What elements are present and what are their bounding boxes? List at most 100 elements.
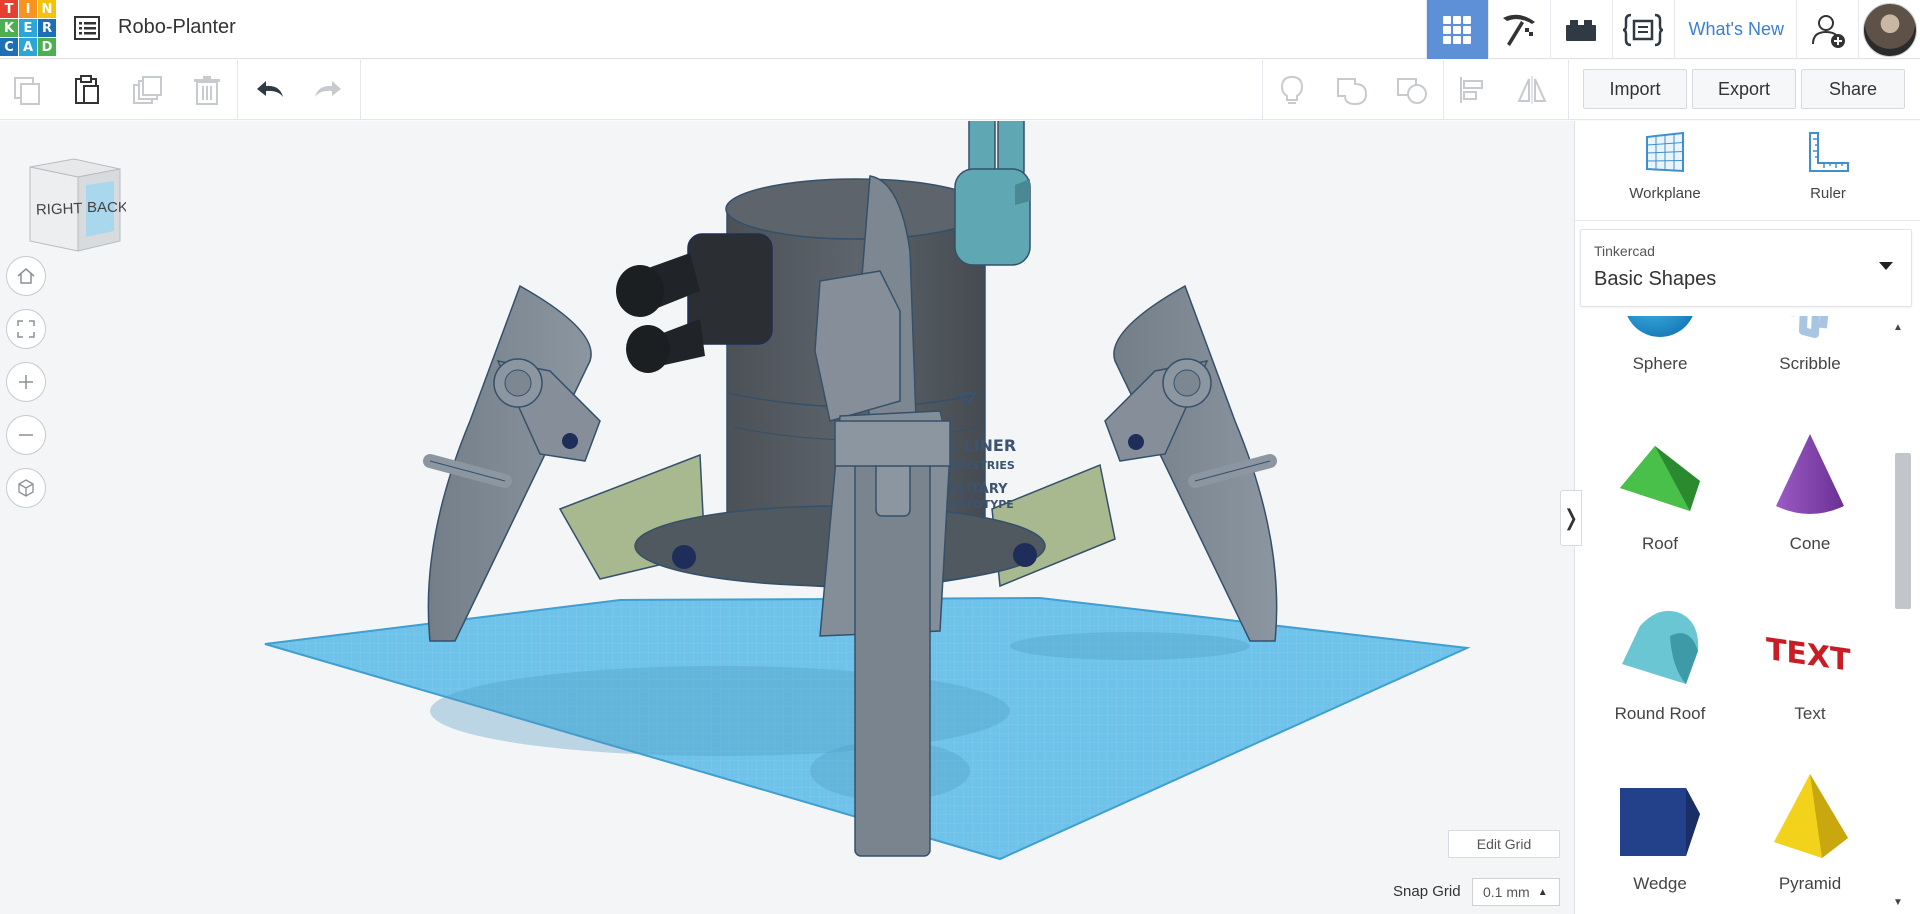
pyramid-icon xyxy=(1774,774,1848,858)
view-cube-back-label: BACK xyxy=(87,199,126,216)
brick-icon xyxy=(1566,19,1597,41)
minecraft-view-button[interactable] xyxy=(1487,0,1550,59)
shape-label: Cone xyxy=(1789,534,1831,553)
perspective-toggle-button[interactable] xyxy=(6,468,46,508)
edit-grid-button[interactable]: Edit Grid xyxy=(1448,830,1560,858)
add-user-icon xyxy=(1811,14,1845,48)
copy-button[interactable] xyxy=(5,68,49,112)
import-button[interactable]: Import xyxy=(1583,69,1687,109)
3d-design-view-button[interactable] xyxy=(1425,0,1488,59)
undo-icon xyxy=(257,81,283,97)
toolbar-separator xyxy=(1443,60,1444,120)
design-list-button[interactable] xyxy=(72,14,102,42)
snap-grid-label: Snap Grid xyxy=(1393,883,1461,900)
workplane-button[interactable]: Workplane xyxy=(1590,131,1740,216)
shape-label: Wedge xyxy=(1633,874,1687,893)
round-roof-icon xyxy=(1622,610,1699,684)
view-cube[interactable]: RIGHT BACK xyxy=(26,157,128,253)
undo-button[interactable] xyxy=(248,68,292,112)
scribble-icon xyxy=(1790,316,1829,338)
shape-cone[interactable]: Cone xyxy=(1735,426,1885,576)
add-user-button[interactable] xyxy=(1796,0,1858,59)
dropdown-arrow-icon xyxy=(1879,262,1893,270)
fit-view-button[interactable] xyxy=(6,309,46,349)
logo-letter: E xyxy=(19,19,37,37)
top-bar: T I N K E R C A D Robo-Planter What's Ne… xyxy=(0,0,1920,59)
fit-icon xyxy=(17,320,35,338)
zoom-out-button[interactable] xyxy=(6,415,46,455)
tinkercad-logo[interactable]: T I N K E R C A D xyxy=(0,0,56,56)
mirror-button[interactable] xyxy=(1510,68,1554,112)
bricks-view-button[interactable] xyxy=(1549,0,1612,59)
delete-button[interactable] xyxy=(185,68,229,112)
scrollbar-thumb[interactable] xyxy=(1895,453,1911,609)
workplane-icon xyxy=(1646,131,1684,173)
share-button[interactable]: Share xyxy=(1801,69,1905,109)
logo-letter: R xyxy=(38,19,56,37)
duplicate-icon xyxy=(133,76,162,104)
user-avatar[interactable] xyxy=(1858,0,1920,59)
group-button[interactable] xyxy=(1330,68,1374,112)
shape-label: Sphere xyxy=(1632,354,1688,373)
library-provider: Tinkercad xyxy=(1594,243,1655,259)
cone-icon xyxy=(1776,434,1844,514)
cube-perspective-icon xyxy=(18,479,34,497)
codeblocks-icon xyxy=(1622,13,1664,46)
shape-round-roof[interactable]: Round Roof xyxy=(1585,596,1735,746)
snap-grid-select[interactable]: 0.1 mm ▲ xyxy=(1472,878,1560,906)
shape-library-select[interactable]: Tinkercad Basic Shapes xyxy=(1580,229,1912,307)
grid-icon xyxy=(1443,15,1472,44)
shape-wedge[interactable]: Wedge xyxy=(1585,766,1735,914)
toggle-notes-button[interactable] xyxy=(1270,68,1314,112)
logo-letter: D xyxy=(38,38,56,56)
caret-up-icon: ▲ xyxy=(1537,886,1548,898)
text-shape-icon: TEXT xyxy=(1766,632,1851,679)
scene-canvas[interactable]: C. LINER INDUSTRIES MILITARY PROTOTYPE xyxy=(0,121,1574,914)
paste-button[interactable] xyxy=(65,68,109,112)
codeblocks-view-button[interactable] xyxy=(1611,0,1674,59)
shape-pyramid[interactable]: Pyramid xyxy=(1735,766,1885,914)
zoom-in-button[interactable] xyxy=(6,362,46,402)
view-cube-graphic: RIGHT BACK xyxy=(29,158,128,252)
shape-text[interactable]: TEXT Text xyxy=(1735,596,1885,746)
whats-new-link[interactable]: What's New xyxy=(1673,0,1796,59)
shape-scribble[interactable]: Scribble xyxy=(1735,316,1885,406)
chevron-right-icon: ❭ xyxy=(1561,505,1581,530)
logo-letter: T xyxy=(0,0,18,18)
group-icon xyxy=(1337,78,1368,106)
svg-text:INDUSTRIES: INDUSTRIES xyxy=(940,459,1015,472)
ruler-button[interactable]: Ruler xyxy=(1753,131,1903,216)
redo-button[interactable] xyxy=(306,68,350,112)
toolbar-separator xyxy=(1262,60,1263,120)
mirror-icon xyxy=(1517,76,1547,104)
scroll-down-arrow-icon[interactable]: ▼ xyxy=(1893,897,1903,908)
shape-sphere[interactable]: Sphere xyxy=(1585,316,1735,406)
export-button[interactable]: Export xyxy=(1692,69,1796,109)
home-view-button[interactable] xyxy=(6,256,46,296)
logo-letter: K xyxy=(0,19,18,37)
shape-roof[interactable]: Roof xyxy=(1585,426,1735,576)
toolbar-separator xyxy=(237,60,238,120)
shapes-scrollbar[interactable] xyxy=(1891,315,1917,914)
svg-text:C. LINER: C. LINER xyxy=(940,436,1016,455)
wedge-icon xyxy=(1620,788,1700,856)
align-icon xyxy=(1460,77,1483,103)
scroll-up-arrow-icon[interactable]: ▲ xyxy=(1893,322,1903,333)
logo-letter: I xyxy=(19,0,37,18)
logo-letter: A xyxy=(19,38,37,56)
3d-viewport[interactable]: C. LINER INDUSTRIES MILITARY PROTOTYPE R… xyxy=(0,121,1574,914)
shape-label: Pyramid xyxy=(1778,874,1842,893)
workplane-label: Workplane xyxy=(1629,185,1701,202)
sphere-icon xyxy=(1627,316,1693,337)
project-title[interactable]: Robo-Planter xyxy=(118,16,236,39)
plus-icon xyxy=(19,375,33,389)
pickaxe-icon xyxy=(1503,14,1536,46)
edit-toolbar: Import Export Share xyxy=(0,60,1920,120)
toolbar-separator xyxy=(360,60,361,120)
align-button[interactable] xyxy=(1450,68,1494,112)
view-cube-right-label: RIGHT xyxy=(36,200,83,219)
collapse-panel-button[interactable]: ❭ xyxy=(1560,490,1582,546)
duplicate-button[interactable] xyxy=(125,68,169,112)
ungroup-button[interactable] xyxy=(1390,68,1434,112)
right-leg xyxy=(1104,284,1278,642)
